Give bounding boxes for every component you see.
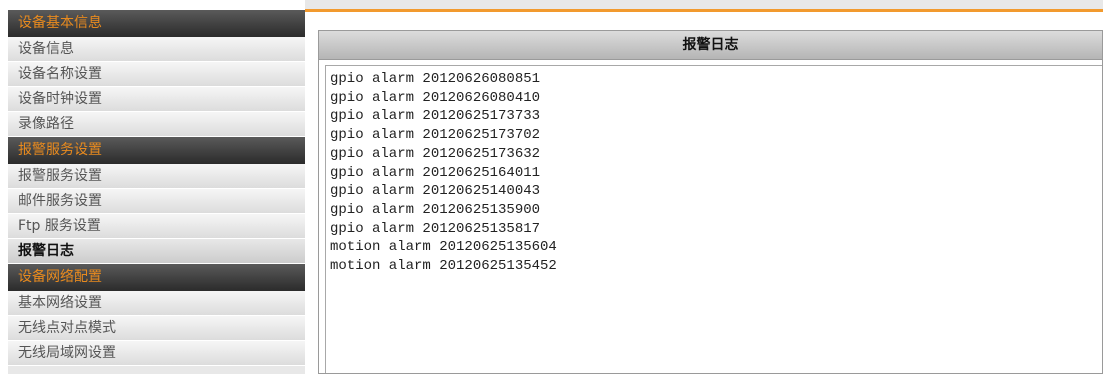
sidebar-item[interactable]: Ftp 服务设置 bbox=[8, 214, 305, 239]
sidebar-section-header: 报警服务设置 bbox=[8, 137, 305, 164]
sidebar-item[interactable]: 基本网络设置 bbox=[8, 291, 305, 316]
sidebar-item[interactable]: 设备信息 bbox=[8, 37, 305, 62]
panel-title: 报警日志 bbox=[319, 31, 1102, 60]
alarm-log-panel: 报警日志 gpio alarm 20120626080851 gpio alarm… bbox=[318, 30, 1103, 374]
log-entry: gpio alarm 20120625173702 bbox=[330, 127, 541, 144]
log-entry: gpio alarm 20120625135900 bbox=[330, 201, 541, 218]
top-accent-bar bbox=[305, 0, 1103, 12]
log-entry: gpio alarm 20120626080851 bbox=[330, 71, 541, 87]
sidebar-section-header: 设备基本信息 bbox=[8, 10, 305, 37]
sidebar-item[interactable]: 无线点对点模式 bbox=[8, 316, 305, 341]
log-entry: gpio alarm 20120625173632 bbox=[330, 145, 541, 162]
log-entry: gpio alarm 20120626080410 bbox=[330, 89, 541, 106]
sidebar-section-header: 设备网络配置 bbox=[8, 264, 305, 291]
log-textarea[interactable]: gpio alarm 20120626080851 gpio alarm 2012… bbox=[325, 65, 1102, 373]
sidebar-item[interactable]: 无线局域网设置 bbox=[8, 341, 305, 366]
sidebar-item[interactable]: 设备时钟设置 bbox=[8, 87, 305, 112]
log-entry: motion alarm 20120625135604 bbox=[330, 239, 557, 256]
log-entry: gpio alarm 20120625164011 bbox=[330, 164, 541, 181]
sidebar-item[interactable]: 报警服务设置 bbox=[8, 164, 305, 189]
sidebar-nav: 设备基本信息 设备信息 设备名称设置 设备时钟设置 录像路径 报警服务设置 报警服务设置 邮件… bbox=[8, 10, 305, 374]
sidebar-item[interactable]: 录像路径 bbox=[8, 112, 305, 137]
log-entry: gpio alarm 20120625140043 bbox=[330, 183, 541, 200]
log-entry: motion alarm 20120625135452 bbox=[330, 258, 557, 275]
sidebar-item[interactable]: 设备名称设置 bbox=[8, 62, 305, 87]
sidebar-item-active[interactable]: 报警日志 bbox=[8, 239, 305, 264]
log-entry: gpio alarm 20120625135817 bbox=[330, 220, 541, 237]
log-entry: gpio alarm 20120625173733 bbox=[330, 108, 541, 125]
sidebar-item[interactable]: 邮件服务设置 bbox=[8, 189, 305, 214]
